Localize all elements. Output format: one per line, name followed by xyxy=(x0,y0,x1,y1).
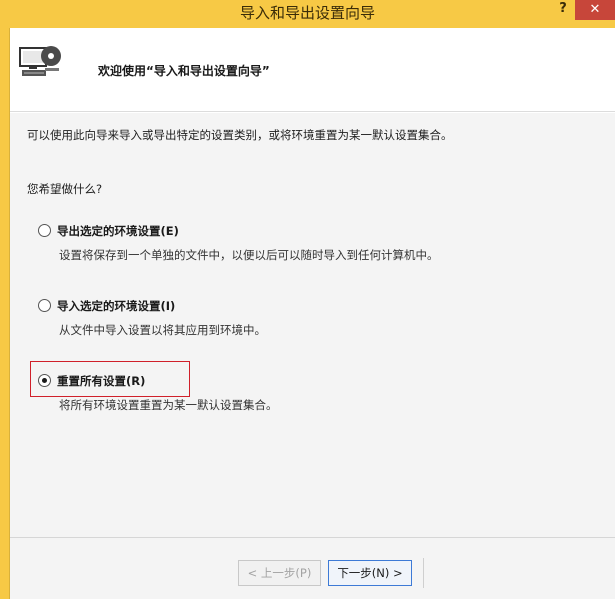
close-button[interactable]: ✕ xyxy=(575,0,615,20)
import-radio[interactable] xyxy=(38,299,51,312)
import-description: 从文件中导入设置以将其应用到环境中。 xyxy=(59,323,266,337)
description-text: 可以使用此向导来导入或导出特定的设置类别，或将环境重置为某一默认设置集合。 xyxy=(27,128,453,142)
highlight-box xyxy=(30,361,190,397)
export-radio[interactable] xyxy=(38,224,51,237)
export-label[interactable]: 导出选定的环境设置(E) xyxy=(57,223,179,239)
wizard-window: 导入和导出设置向导 ? ✕ 欢迎使用“导入和导出设置向导” 可以使用此向导来导入… xyxy=(0,0,615,599)
help-button[interactable]: ? xyxy=(552,0,574,22)
wizard-footer: < 上一步(P) 下一步(N) > xyxy=(10,537,615,599)
wizard-client-area: 欢迎使用“导入和导出设置向导” 可以使用此向导来导入或导出特定的设置类别，或将环… xyxy=(9,28,615,599)
title-bar[interactable]: 导入和导出设置向导 ? ✕ xyxy=(0,0,615,28)
next-button[interactable]: 下一步(N) > xyxy=(328,560,412,586)
question-text: 您希望做什么? xyxy=(27,182,103,196)
window-title: 导入和导出设置向导 xyxy=(239,4,375,22)
wizard-header: 欢迎使用“导入和导出设置向导” xyxy=(10,28,615,112)
wizard-body: 可以使用此向导来导入或导出特定的设置类别，或将环境重置为某一默认设置集合。 您希… xyxy=(10,113,615,537)
export-description: 设置将保存到一个单独的文件中，以便以后可以随时导入到任何计算机中。 xyxy=(59,248,439,262)
reset-description: 将所有环境设置重置为某一默认设置集合。 xyxy=(59,398,278,412)
computer-settings-icon xyxy=(19,46,61,76)
option-import[interactable]: 导入选定的环境设置(I) 从文件中导入设置以将其应用到环境中。 xyxy=(38,297,598,337)
import-label[interactable]: 导入选定的环境设置(I) xyxy=(57,298,175,314)
previous-button[interactable]: < 上一步(P) xyxy=(238,560,321,586)
header-title: 欢迎使用“导入和导出设置向导” xyxy=(98,64,270,78)
footer-divider xyxy=(423,558,424,588)
option-export[interactable]: 导出选定的环境设置(E) 设置将保存到一个单独的文件中，以便以后可以随时导入到任… xyxy=(38,222,598,262)
